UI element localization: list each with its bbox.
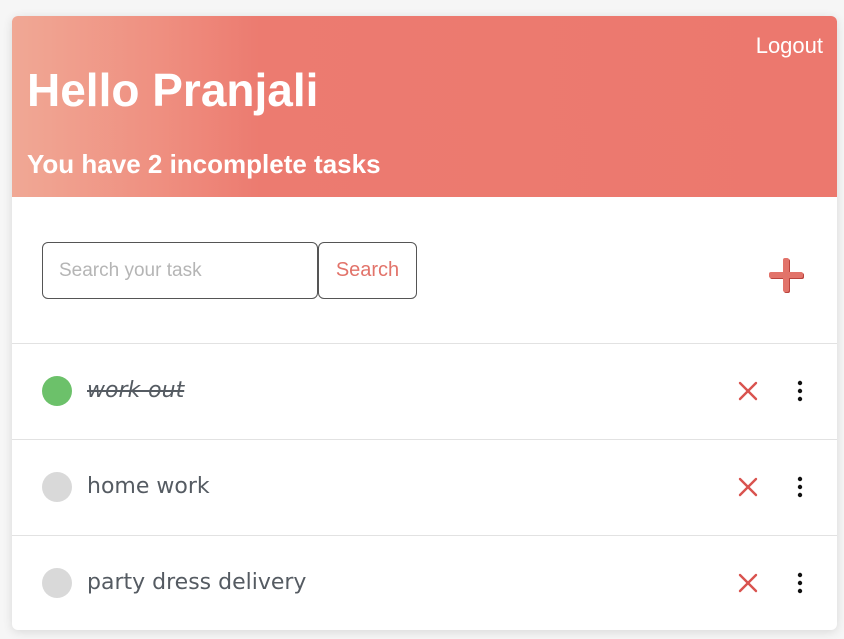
- search-input[interactable]: [42, 242, 318, 299]
- close-icon[interactable]: [738, 573, 758, 593]
- logout-link[interactable]: Logout: [756, 33, 823, 59]
- vertical-dots-icon[interactable]: [792, 476, 808, 498]
- task-status-toggle[interactable]: [42, 568, 72, 598]
- task-label: home work: [87, 474, 210, 499]
- header-banner: Logout Hello Pranjali You have 2 incompl…: [12, 16, 837, 197]
- close-icon[interactable]: [738, 381, 758, 401]
- task-status-toggle[interactable]: [42, 472, 72, 502]
- task-row: home work: [12, 440, 837, 536]
- greeting-title: Hello Pranjali: [27, 64, 319, 116]
- vertical-dots-icon[interactable]: [792, 380, 808, 402]
- close-icon[interactable]: [738, 477, 758, 497]
- task-list: work-out home work party dress delivery: [12, 344, 837, 630]
- task-row: party dress delivery: [12, 536, 837, 630]
- task-label: party dress delivery: [87, 570, 307, 595]
- task-row: work-out: [12, 344, 837, 440]
- incomplete-count: You have 2 incomplete tasks: [27, 149, 381, 179]
- todo-card: Logout Hello Pranjali You have 2 incompl…: [12, 16, 837, 630]
- search-button[interactable]: Search: [318, 242, 417, 299]
- add-task-button[interactable]: [766, 255, 806, 295]
- task-label: work-out: [87, 378, 185, 403]
- vertical-dots-icon[interactable]: [792, 572, 808, 594]
- task-status-toggle[interactable]: [42, 376, 72, 406]
- toolbar: Search: [12, 197, 837, 344]
- plus-icon: [769, 258, 804, 293]
